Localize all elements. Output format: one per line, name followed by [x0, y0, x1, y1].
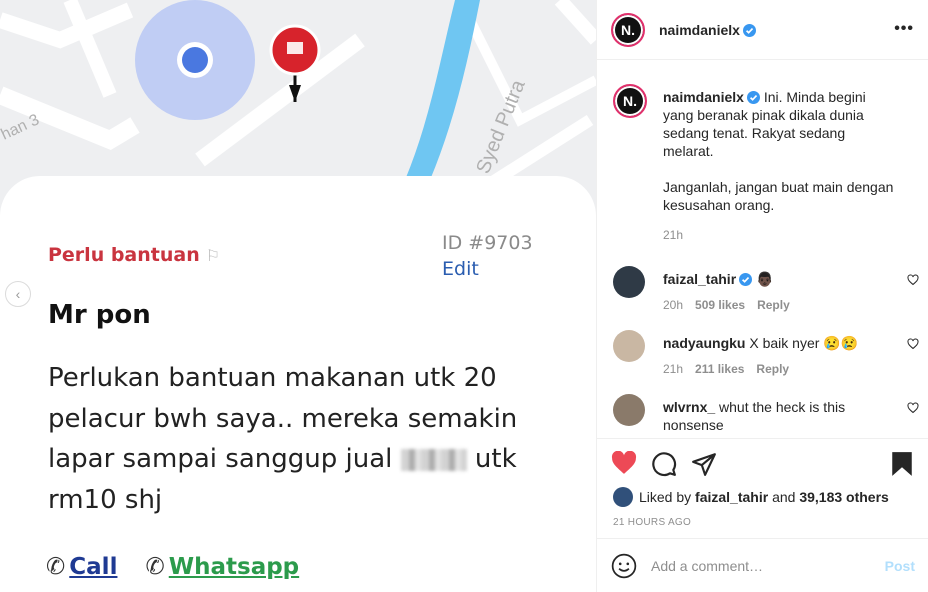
emoji-icon[interactable] [611, 553, 637, 579]
liked-by: Liked by faizal_tahir and 39,183 others [613, 487, 889, 507]
avatar[interactable]: N. [611, 12, 645, 47]
call-link[interactable]: Call [69, 554, 117, 580]
contact-actions: ✆ Call ✆ Whatsapp [46, 554, 319, 580]
verified-icon [739, 273, 753, 286]
add-comment-bar: Post [597, 538, 928, 592]
comment-item: nadyaungku X baik nyer 😢😢 21h 211 likes Re… [597, 330, 928, 378]
header-username[interactable]: naimdanielx [659, 22, 756, 38]
post-comment-button[interactable]: Post [885, 558, 915, 574]
post-header: N. naimdanielx ••• [597, 0, 928, 60]
post-age: 21 HOURS AGO [613, 517, 692, 528]
liked-by-user[interactable]: faizal_tahir [695, 489, 768, 505]
previous-image-button[interactable]: ‹ [5, 281, 31, 307]
like-comment-icon[interactable] [907, 402, 919, 414]
request-id: ID #9703 [442, 232, 533, 254]
caption-text: Janganlah, jangan buat main dengan kesus… [663, 179, 894, 213]
phone-icon: ✆ [145, 554, 165, 580]
comment-text: X baik nyer [749, 335, 820, 351]
flag-icon: ⚐ [205, 246, 221, 265]
caption-time: 21h [663, 228, 684, 242]
caption: N. naimdanielx Ini. Minda begini yang be… [597, 76, 928, 244]
comments-list[interactable]: N. naimdanielx Ini. Minda begini yang be… [597, 76, 928, 438]
post-image: han 3 Syed Putra Perlu bantuan ⚐ ID #9703… [0, 0, 596, 592]
more-options-icon[interactable]: ••• [894, 20, 914, 38]
status-label: Perlu bantuan ⚐ [48, 244, 221, 266]
reply-button[interactable]: Reply [756, 362, 789, 376]
comment-username[interactable]: faizal_tahir [663, 271, 736, 287]
avatar[interactable] [613, 394, 645, 426]
like-comment-icon[interactable] [907, 274, 919, 286]
comment-time: 21h [663, 362, 684, 376]
edit-link[interactable]: Edit [442, 258, 479, 280]
comment-username[interactable]: wlvrnx_ [663, 399, 715, 415]
comment-time: 20h [663, 298, 684, 312]
help-request-card: Perlu bantuan ⚐ ID #9703 Edit Mr pon Perl… [0, 176, 596, 592]
caption-username[interactable]: naimdanielx [663, 89, 744, 105]
avatar [613, 487, 633, 507]
comment-likes[interactable]: 509 likes [695, 298, 745, 312]
avatar[interactable]: N. [613, 84, 647, 118]
whatsapp-link[interactable]: Whatsapp [169, 554, 299, 580]
verified-icon [742, 23, 756, 37]
comment-item: wlvrnx_ whut the heck is this nonsense [597, 394, 928, 434]
avatar[interactable] [613, 330, 645, 362]
reply-button[interactable]: Reply [757, 298, 790, 312]
phone-icon: ✆ [46, 554, 66, 580]
comment-item: faizal_tahir 👨🏿 20h 509 likes Reply [597, 266, 928, 314]
comment-icon[interactable] [651, 451, 677, 477]
censored-word [400, 448, 467, 471]
comment-text: 👨🏿 [756, 271, 774, 287]
comment-input[interactable] [651, 557, 871, 574]
comment-emoji: 😢😢 [823, 335, 859, 351]
post-actions: Liked by faizal_tahir and 39,183 others … [597, 438, 928, 538]
comment-likes[interactable]: 211 likes [695, 362, 744, 376]
share-icon[interactable] [691, 451, 717, 477]
like-comment-icon[interactable] [907, 338, 919, 350]
post-sidebar: N. naimdanielx ••• N. naimdanielx Ini. M… [596, 0, 928, 592]
avatar[interactable] [613, 266, 645, 298]
requester-name: Mr pon [48, 300, 151, 330]
likes-count[interactable]: 39,183 others [799, 489, 889, 505]
bookmark-icon[interactable] [891, 451, 913, 477]
verified-icon [746, 91, 760, 104]
comment-username[interactable]: nadyaungku [663, 335, 745, 351]
request-text: Perlukan bantuan makanan utk 20 pelacur … [48, 363, 518, 515]
like-heart-icon[interactable] [611, 451, 637, 475]
